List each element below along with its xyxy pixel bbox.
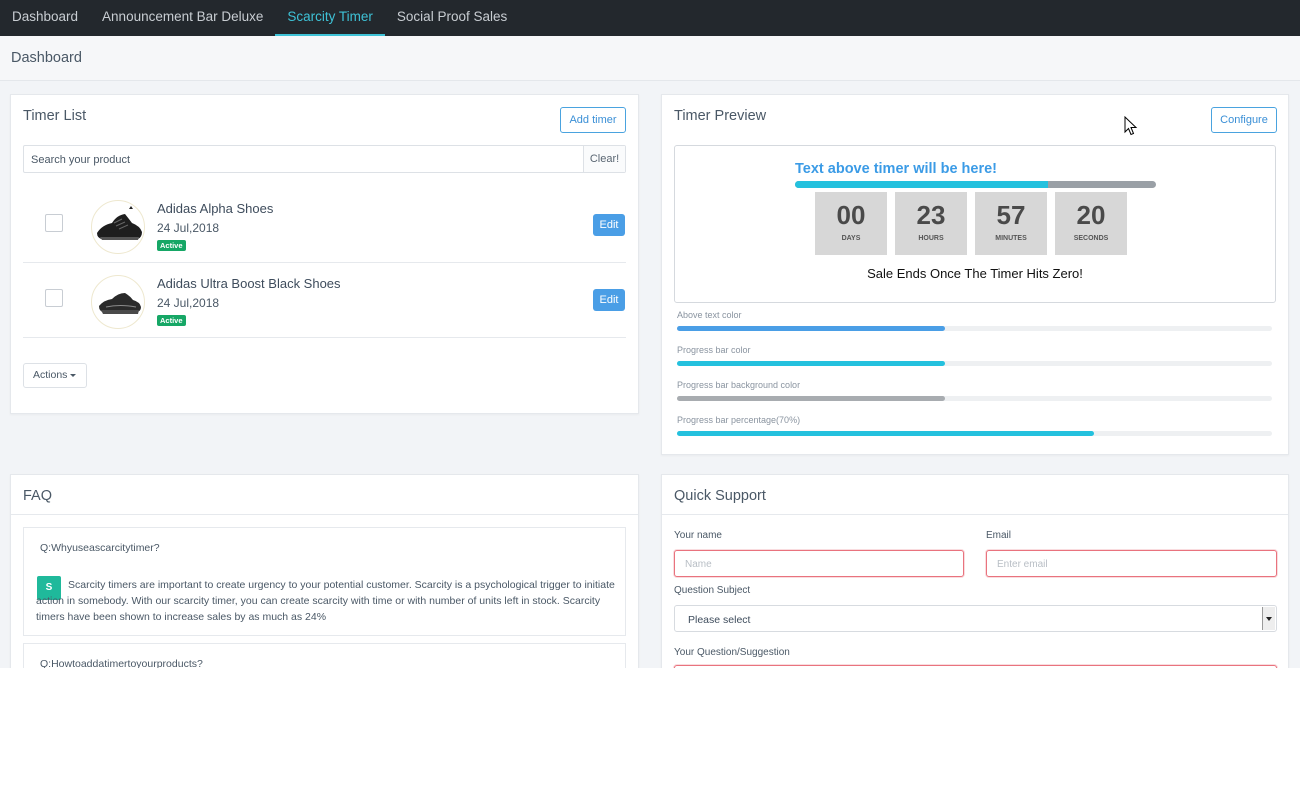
setting-label: Progress bar percentage(70%) (677, 415, 801, 425)
faq-card: FAQ Q:Whyuseascarcitytimer? S Scarcity t… (10, 474, 639, 668)
product-thumbnail (91, 275, 145, 329)
above-timer-text: Text above timer will be here! (795, 161, 997, 177)
actions-label: Actions (33, 369, 68, 381)
nav-social-proof-sales[interactable]: Social Proof Sales (385, 0, 519, 36)
product-checkbox[interactable] (45, 289, 63, 307)
product-date: 24 Jul,2018 (157, 296, 220, 310)
subject-label: Question Subject (674, 585, 751, 596)
setting-label: Progress bar background color (677, 380, 801, 390)
add-timer-button[interactable]: Add timer (560, 107, 626, 133)
shoe-icon (99, 293, 141, 314)
timer-unit-label: MINUTES (995, 235, 1027, 242)
faq-title: FAQ (23, 488, 53, 504)
timer-minutes: 57 MINUTES (975, 192, 1047, 255)
timer-unit-label: SECONDS (1073, 235, 1109, 242)
progress-percentage-slider[interactable] (677, 431, 1272, 436)
configure-button[interactable]: Configure (1211, 107, 1277, 133)
timer-value: 00 (836, 200, 866, 230)
subject-value: Please select (688, 614, 751, 626)
timer-hours: 23 HOURS (895, 192, 967, 255)
setting-label: Progress bar color (677, 345, 751, 355)
product-date: 24 Jul,2018 (157, 221, 220, 235)
sale-ends-text: Sale Ends Once The Timer Hits Zero! (867, 266, 1083, 281)
timer-seconds: 20 SECONDS (1055, 192, 1127, 255)
timer-value: 23 (916, 200, 946, 230)
email-field[interactable]: Enter email (986, 550, 1277, 577)
divider (11, 514, 638, 515)
name-placeholder: Name (685, 559, 712, 570)
clear-search-button[interactable]: Clear! (583, 146, 625, 172)
timer-preview-card: Timer Preview Configure Text above timer… (661, 94, 1289, 455)
timer-value: 57 (996, 200, 1026, 230)
edit-button[interactable]: Edit (593, 289, 625, 311)
app-root: Dashboard Announcement Bar Deluxe Scarci… (0, 0, 1300, 668)
nav-announcement-bar-deluxe[interactable]: Announcement Bar Deluxe (90, 0, 275, 36)
nav-scarcity-timer[interactable]: Scarcity Timer (275, 0, 385, 36)
name-field[interactable]: Name (674, 550, 964, 577)
timer-unit-label: DAYS (841, 235, 861, 242)
progress-bg-color-slider[interactable] (677, 396, 1272, 401)
faq-question[interactable]: Q:Whyuseascarcitytimer? (40, 542, 160, 554)
progress-bar-color-slider[interactable] (677, 361, 1272, 366)
subject-select[interactable]: Please select (674, 605, 1277, 632)
faq-item: Q:Whyuseascarcitytimer? S Scarcity timer… (23, 527, 626, 636)
faq-item: Q:Howtoaddatimertoyourproducts? (23, 643, 626, 668)
preview-progress-fill (795, 181, 1048, 188)
timer-unit-label: HOURS (918, 235, 944, 242)
question-textarea[interactable] (674, 665, 1277, 668)
mouse-pointer-icon (1124, 116, 1138, 136)
edit-button[interactable]: Edit (593, 214, 625, 236)
slider-fill (677, 396, 945, 401)
product-name[interactable]: Adidas Alpha Shoes (157, 201, 273, 216)
product-name[interactable]: Adidas Ultra Boost Black Shoes (157, 276, 341, 291)
shoe-icon (97, 206, 142, 240)
slider-fill (677, 326, 945, 331)
above-text-color-slider[interactable] (677, 326, 1272, 331)
email-placeholder: Enter email (997, 559, 1048, 570)
product-row: Adidas Ultra Boost Black Shoes 24 Jul,20… (23, 263, 626, 338)
search-input[interactable]: Search your product (31, 154, 130, 166)
question-label: Your Question/Suggestion (674, 647, 790, 658)
slider-fill (677, 361, 945, 366)
timer-preview-title: Timer Preview (674, 108, 767, 124)
page-title: Dashboard (11, 50, 82, 66)
timer-list-card: Timer List Add timer Search your product… (10, 94, 639, 414)
faq-question[interactable]: Q:Howtoaddatimertoyourproducts? (40, 658, 203, 668)
slider-fill (677, 431, 1094, 436)
divider (662, 514, 1288, 515)
page-header: Dashboard (0, 36, 1300, 81)
status-badge: Active (157, 240, 186, 251)
quick-support-title: Quick Support (674, 488, 766, 504)
preview-progress-bar (795, 181, 1156, 188)
timer-preview-box: Text above timer will be here! 00 DAYS 2… (674, 145, 1276, 303)
caret-down-icon (70, 373, 77, 377)
product-thumbnail (91, 200, 145, 254)
top-navigation: Dashboard Announcement Bar Deluxe Scarci… (0, 0, 1300, 36)
status-badge: Active (157, 315, 186, 326)
faq-answer: Scarcity timers are important to create … (36, 579, 615, 623)
timer-value: 20 (1076, 200, 1106, 230)
timer-days: 00 DAYS (815, 192, 887, 255)
name-label: Your name (674, 530, 722, 541)
email-label: Email (986, 530, 1012, 541)
setting-label: Above text color (677, 310, 742, 320)
actions-dropdown[interactable]: Actions (23, 363, 87, 388)
product-row: Adidas Alpha Shoes 24 Jul,2018 Active Ed… (23, 188, 626, 263)
timer-list-title: Timer List (23, 108, 87, 124)
chevron-down-icon[interactable] (1262, 607, 1275, 630)
product-search: Search your product Clear! (23, 145, 626, 173)
quick-support-card: Quick Support Your name Name Email Enter… (661, 474, 1289, 668)
nav-dashboard[interactable]: Dashboard (0, 0, 90, 36)
product-checkbox[interactable] (45, 214, 63, 232)
